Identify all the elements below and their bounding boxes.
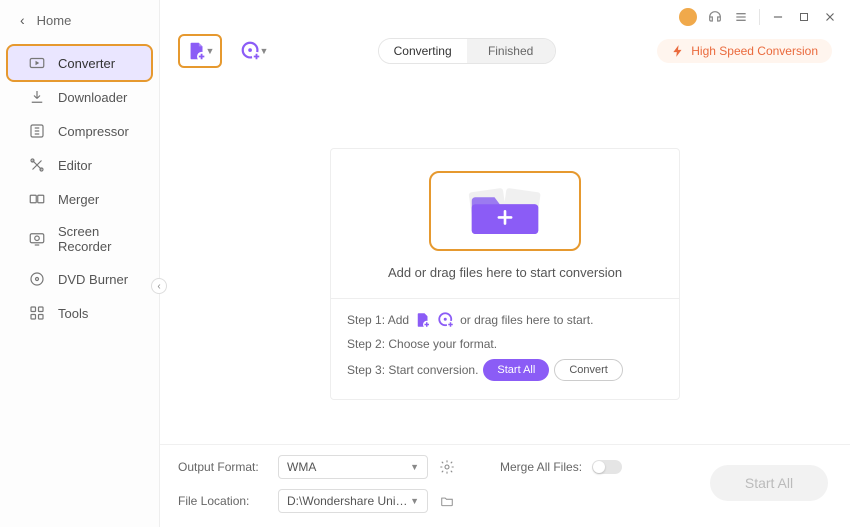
sidebar-item-label: Screen Recorder: [58, 224, 151, 254]
maximize-button[interactable]: [796, 9, 812, 25]
chevron-down-icon: ▼: [206, 46, 215, 56]
sidebar-item-editor[interactable]: Editor: [8, 148, 151, 182]
file-location-value: D:\Wondershare UniConverter 1: [287, 494, 410, 508]
output-format-select[interactable]: WMA ▼: [278, 455, 428, 479]
add-buttons: ▼ ▼: [178, 34, 276, 68]
step-2: Step 2: Choose your format.: [347, 337, 663, 351]
steps-list: Step 1: Add or drag files here to start.…: [331, 311, 679, 381]
titlebar: [679, 8, 838, 26]
sidebar-item-compressor[interactable]: Compressor: [8, 114, 151, 148]
toggle-knob: [593, 461, 605, 473]
mode-tabs: Converting Finished: [378, 38, 556, 64]
sidebar: ‹ Home Converter Downloader Compresso: [0, 0, 160, 527]
add-file-icon[interactable]: [414, 311, 432, 329]
start-all-button[interactable]: Start All: [710, 465, 828, 501]
screen-recorder-icon: [28, 230, 46, 248]
sidebar-item-label: Merger: [58, 192, 99, 207]
start-all-step-button[interactable]: Start All: [483, 359, 549, 381]
sidebar-item-label: Tools: [58, 306, 88, 321]
sidebar-item-downloader[interactable]: Downloader: [8, 80, 151, 114]
compressor-icon: [28, 122, 46, 140]
converter-icon: [28, 54, 46, 72]
tools-icon: [28, 304, 46, 322]
open-folder-icon[interactable]: [438, 492, 456, 510]
menu-icon[interactable]: [733, 9, 749, 25]
chevron-down-icon: ▼: [410, 462, 419, 472]
divider: [331, 298, 679, 299]
step-3: Step 3: Start conversion. Start All Conv…: [347, 359, 663, 381]
minimize-button[interactable]: [770, 9, 786, 25]
folder-plus-icon: [470, 185, 540, 238]
dvd-burner-icon: [28, 270, 46, 288]
app-window: ‹ Home Converter Downloader Compresso: [0, 0, 850, 527]
chevron-down-icon: ▼: [410, 496, 419, 506]
support-icon[interactable]: [707, 9, 723, 25]
tab-converting[interactable]: Converting: [379, 39, 467, 63]
sidebar-item-screen-recorder[interactable]: Screen Recorder: [8, 216, 151, 262]
drop-instruction: Add or drag files here to start conversi…: [388, 265, 622, 280]
merge-files-toggle[interactable]: [592, 460, 622, 474]
output-settings-icon[interactable]: [438, 458, 456, 476]
step3-text: Step 3: Start conversion.: [347, 363, 478, 377]
drop-panel: Add or drag files here to start conversi…: [330, 148, 680, 400]
sidebar-item-label: Converter: [58, 56, 115, 71]
file-location-label: File Location:: [178, 494, 268, 508]
downloader-icon: [28, 88, 46, 106]
add-file-icon: [186, 40, 208, 62]
output-format-label: Output Format:: [178, 460, 268, 474]
high-speed-button[interactable]: High Speed Conversion: [657, 39, 832, 63]
step1-prefix: Step 1: Add: [347, 313, 409, 327]
high-speed-label: High Speed Conversion: [691, 44, 818, 58]
add-files-target[interactable]: [429, 171, 581, 251]
add-dvd-icon[interactable]: [437, 311, 455, 329]
user-avatar[interactable]: [679, 8, 697, 26]
sidebar-item-label: DVD Burner: [58, 272, 128, 287]
merger-icon: [28, 190, 46, 208]
lightning-icon: [671, 44, 685, 58]
home-label: Home: [37, 13, 72, 28]
sidebar-item-label: Downloader: [58, 90, 127, 105]
step-1: Step 1: Add or drag files here to start.: [347, 311, 663, 329]
back-icon: ‹: [20, 12, 25, 28]
center-panel: Add or drag files here to start conversi…: [160, 78, 850, 444]
add-file-button[interactable]: ▼: [178, 34, 222, 68]
convert-step-button[interactable]: Convert: [554, 359, 623, 381]
chevron-down-icon: ▼: [260, 46, 269, 56]
sidebar-item-dvd-burner[interactable]: DVD Burner: [8, 262, 151, 296]
sidebar-item-converter[interactable]: Converter: [8, 46, 151, 80]
step1-suffix: or drag files here to start.: [460, 313, 593, 327]
editor-icon: [28, 156, 46, 174]
sidebar-item-tools[interactable]: Tools: [8, 296, 151, 330]
sidebar-item-label: Compressor: [58, 124, 129, 139]
step2-text: Step 2: Choose your format.: [347, 337, 497, 351]
file-location-select[interactable]: D:\Wondershare UniConverter 1 ▼: [278, 489, 428, 513]
main-area: ▼ ▼ Converting Finished High Speed Conve…: [160, 0, 850, 527]
close-button[interactable]: [822, 9, 838, 25]
output-format-value: WMA: [287, 460, 316, 474]
add-dvd-button[interactable]: ▼: [232, 34, 276, 68]
add-dvd-icon: [240, 40, 262, 62]
sidebar-item-label: Editor: [58, 158, 92, 173]
home-nav[interactable]: ‹ Home: [0, 0, 159, 40]
merge-files-label: Merge All Files:: [500, 460, 582, 474]
tab-finished[interactable]: Finished: [467, 39, 555, 63]
sidebar-items: Converter Downloader Compressor Editor: [0, 46, 159, 330]
sidebar-item-merger[interactable]: Merger: [8, 182, 151, 216]
